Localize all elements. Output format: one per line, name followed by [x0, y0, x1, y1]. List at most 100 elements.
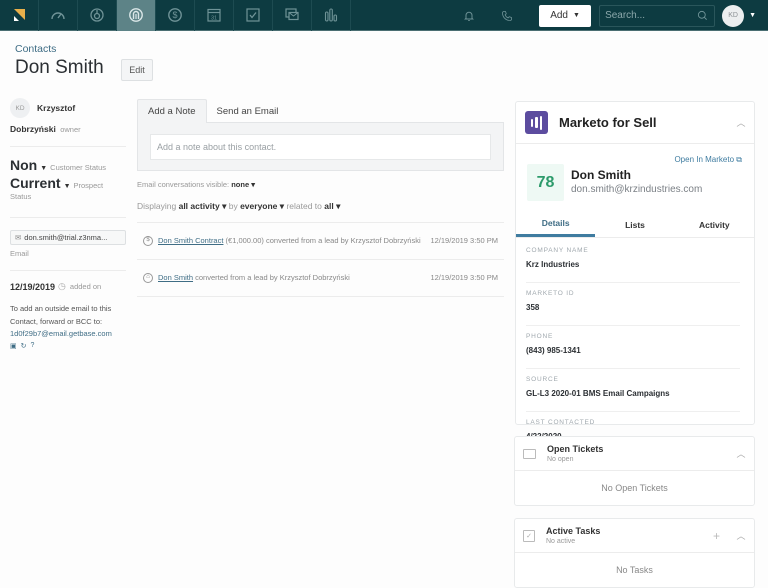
active-tasks-title: Active Tasks — [546, 526, 601, 536]
ticket-icon — [523, 448, 536, 459]
contact-sidebar: KD Krzysztof Dobrzyński owner Non ▼ Cust… — [10, 98, 126, 350]
forward-instructions: To add an outside email to this Contact,… — [10, 304, 112, 326]
external-link-icon: ⧉ — [736, 155, 742, 164]
open-in-marketo-link[interactable]: Open In Marketo ⧉ — [674, 155, 742, 165]
edit-button[interactable]: Edit — [121, 59, 153, 81]
activity-column: Add a Note Send an Email Email conversat… — [137, 99, 504, 297]
filter-by: by — [228, 201, 238, 211]
lead-score: 78 — [527, 164, 564, 201]
deals-dollar-icon: $ — [168, 8, 182, 22]
marketo-fields: Company Name Krz Industries Marketo ID 3… — [526, 247, 740, 462]
refresh-icon[interactable]: ↻ — [21, 342, 27, 350]
tab-add-note[interactable]: Add a Note — [137, 99, 207, 123]
svg-text:31: 31 — [211, 16, 217, 22]
owner-avatar: KD — [10, 98, 30, 118]
caret-down-icon: ▼ — [572, 12, 580, 19]
field-phone: Phone (843) 985-1341 — [526, 333, 740, 369]
email-visibility-row: Email conversations visible: none ▾ — [137, 180, 504, 189]
phone-icon — [502, 10, 512, 21]
visibility-dropdown[interactable]: none ▾ — [231, 180, 255, 189]
customer-status-dropdown[interactable]: Non ▼ Customer Status — [10, 157, 126, 173]
divider — [10, 217, 126, 218]
svg-text:$: $ — [172, 10, 177, 20]
nav-contacts[interactable] — [117, 0, 156, 31]
owner-last-name[interactable]: Dobrzyński — [10, 124, 56, 134]
nav-reports[interactable] — [312, 0, 351, 31]
collapse-chevron-icon[interactable]: ︿ — [728, 447, 754, 460]
prospect-status-dropdown[interactable]: Current ▼ Prospect — [10, 175, 126, 191]
phone-button[interactable] — [497, 6, 517, 26]
user-avatar[interactable]: KD — [722, 4, 745, 27]
forward-email-address[interactable]: 1d0f29b7@email.getbase.com — [10, 328, 126, 341]
open-tickets-empty: No Open Tickets — [601, 483, 668, 493]
customer-status-label: Customer Status — [50, 163, 107, 172]
marketo-panel: Marketo for Sell ︿ Open In Marketo ⧉ 78 … — [515, 101, 755, 455]
clock-icon: ◷ — [58, 281, 66, 291]
contact-icon: ⌂ — [143, 272, 153, 283]
nav-tasks[interactable] — [234, 0, 273, 31]
logo-icon — [14, 9, 25, 21]
activity-link[interactable]: Don Smith — [158, 273, 193, 282]
owner-last-name-row: Dobrzyński owner — [10, 124, 126, 134]
nav-home[interactable] — [0, 0, 39, 31]
collapse-chevron-icon[interactable]: ︿ — [728, 116, 754, 129]
collapse-chevron-icon[interactable]: ︿ — [728, 529, 754, 542]
tab-details[interactable]: Details — [516, 212, 596, 237]
field-value: (843) 985-1341 — [526, 346, 581, 355]
tab-activity[interactable]: Activity — [675, 212, 754, 237]
tab-lists[interactable]: Lists — [595, 212, 674, 237]
caret-down-icon: ▼ — [40, 165, 48, 172]
breadcrumb-contacts[interactable]: Contacts — [15, 43, 56, 55]
search-input[interactable] — [605, 10, 698, 21]
field-label: Phone — [526, 333, 554, 340]
composer-tabs: Add a Note Send an Email — [137, 99, 504, 123]
nav-deals[interactable]: $ — [156, 0, 195, 31]
nav-leads[interactable] — [78, 0, 117, 31]
search-icon[interactable] — [697, 10, 708, 21]
open-tickets-card: Open Tickets No open ︿ No Open Tickets — [514, 436, 755, 506]
contacts-icon — [129, 8, 143, 22]
top-navigation-bar: $ 31 Add ▼ KD ▼ — [0, 0, 768, 31]
tab-send-email[interactable]: Send an Email — [207, 99, 289, 123]
activity-link[interactable]: Don Smith Contract — [158, 236, 223, 245]
add-button-label: Add — [550, 10, 568, 21]
field-label: Last Contacted — [526, 419, 596, 426]
divider — [137, 296, 504, 297]
related-filter-dropdown[interactable]: all ▾ — [324, 201, 340, 211]
field-company-name: Company Name Krz Industries — [526, 247, 740, 283]
nav-communications[interactable] — [273, 0, 312, 31]
search-box[interactable] — [599, 4, 716, 27]
add-task-plus-icon[interactable]: + — [713, 529, 720, 543]
active-tasks-subtitle: No active — [546, 538, 576, 545]
email-label: Email — [10, 249, 29, 258]
field-label: Source — [526, 376, 559, 383]
customer-status-value: Non — [10, 157, 38, 173]
divider — [10, 146, 126, 147]
owner-first-name[interactable]: Krzysztof — [37, 103, 75, 113]
dashboard-gauge-icon — [51, 12, 65, 20]
task-checkbox-icon: ✓ — [523, 529, 535, 542]
added-label: added on — [69, 282, 102, 291]
activity-type-dropdown[interactable]: all activity ▾ — [179, 201, 227, 211]
leads-target-icon — [90, 8, 104, 22]
add-button[interactable]: Add ▼ — [539, 4, 592, 27]
marketo-tabs: Details Lists Activity — [516, 212, 754, 238]
active-tasks-empty: No Tasks — [616, 565, 653, 575]
user-filter-dropdown[interactable]: everyone ▾ — [240, 201, 284, 211]
forward-actions: ▣ ↻ ? — [10, 342, 126, 350]
open-tickets-title: Open Tickets — [547, 444, 604, 454]
page-title: Don Smith — [15, 57, 104, 78]
user-menu-caret-icon[interactable]: ▼ — [749, 12, 756, 19]
email-chip[interactable]: ✉ don.smith@trial.z3nma... — [10, 230, 126, 245]
nav-dashboard[interactable] — [39, 0, 78, 31]
note-input[interactable] — [150, 134, 491, 160]
communications-icon — [285, 8, 299, 21]
open-tickets-header: Open Tickets No open ︿ — [515, 437, 754, 471]
copy-icon[interactable]: ▣ — [10, 342, 17, 350]
marketo-logo-icon — [525, 111, 548, 134]
nav-calendar[interactable]: 31 — [195, 0, 234, 31]
notifications-button[interactable] — [459, 6, 479, 26]
help-icon[interactable]: ? — [31, 342, 35, 350]
reports-bar-chart-icon — [324, 8, 338, 22]
marketo-title: Marketo for Sell — [559, 115, 657, 130]
